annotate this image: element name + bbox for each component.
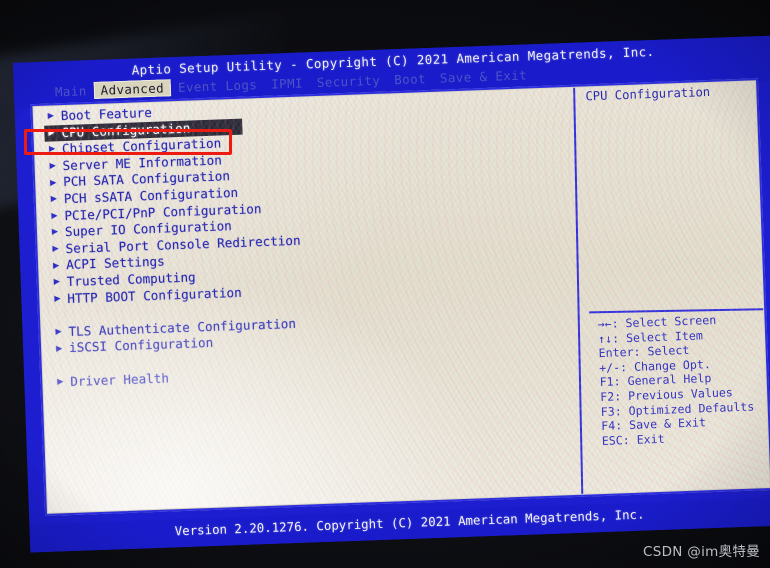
tab-ipmi[interactable]: IPMI [264, 74, 310, 93]
panel-divider [573, 85, 584, 498]
submenu-arrow-icon: ▶ [55, 342, 63, 355]
submenu-arrow-icon: ▶ [57, 376, 64, 388]
tab-main[interactable]: Main [48, 82, 94, 101]
tab-event-logs[interactable]: Event Logs [171, 76, 265, 96]
content-frame: ▶ Boot Feature ▶ CPU Configuration ▶ Chipset … [30, 78, 770, 516]
key-legend: →←: Select Screen ↑↓: Select Item Enter: S… [597, 312, 755, 449]
submenu-arrow-icon: ▶ [48, 127, 55, 139]
submenu-arrow-icon: ▶ [51, 210, 58, 222]
submenu-arrow-icon: ▶ [50, 193, 58, 205]
submenu-arrow-icon: ▶ [54, 293, 61, 305]
submenu-arrow-icon: ▶ [50, 177, 57, 189]
bios-screen: Aptio Setup Utility - Copyright (C) 2021… [12, 35, 770, 553]
help-panel-title: CPU Configuration [585, 84, 711, 104]
tab-save-exit[interactable]: Save & Exit [433, 66, 535, 87]
submenu-arrow-icon: ▶ [53, 276, 60, 288]
photo-of-monitor: Aptio Setup Utility - Copyright (C) 2021… [0, 0, 770, 568]
submenu-arrow-icon: ▶ [49, 160, 56, 172]
tab-security[interactable]: Security [310, 71, 388, 91]
submenu-arrow-icon: ▶ [52, 259, 60, 272]
submenu-arrow-icon: ▶ [55, 326, 62, 338]
submenu-arrow-icon: ▶ [52, 243, 59, 255]
submenu-arrow-icon: ▶ [48, 143, 56, 156]
watermark: CSDN @im奥特曼 [643, 544, 760, 560]
bios-screen-wrapper: Aptio Setup Utility - Copyright (C) 2021… [12, 35, 770, 563]
advanced-menu-list[interactable]: ▶ Boot Feature ▶ CPU Configuration ▶ Chipset … [44, 90, 574, 391]
menu-item-label: Driver Health [70, 369, 170, 389]
submenu-arrow-icon: ▶ [51, 226, 59, 239]
submenu-arrow-icon: ▶ [47, 110, 55, 122]
tab-boot[interactable]: Boot [387, 70, 433, 89]
tab-advanced[interactable]: Advanced [93, 79, 172, 99]
content-area: ▶ Boot Feature ▶ CPU Configuration ▶ Chipset … [33, 81, 770, 513]
